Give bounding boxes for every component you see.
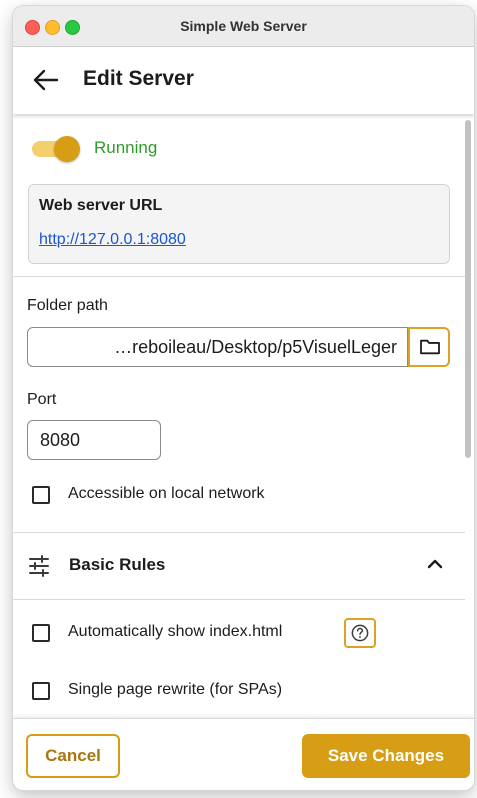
local-network-checkbox[interactable] — [32, 486, 50, 504]
scrollbar[interactable] — [462, 114, 474, 718]
basic-rules-title: Basic Rules — [69, 555, 166, 574]
footer-actions: Cancel Save Changes — [13, 718, 474, 790]
folder-path-input[interactable]: …reboileau/Desktop/p5VisuelLeger — [27, 327, 408, 367]
url-label: Web server URL — [39, 197, 163, 214]
port-input[interactable]: 8080 — [27, 420, 161, 460]
save-changes-button[interactable]: Save Changes — [302, 734, 470, 778]
browse-folder-button[interactable] — [408, 327, 450, 367]
spa-rewrite-checkbox[interactable] — [32, 682, 50, 700]
server-url-link[interactable]: http://127.0.0.1:8080 — [39, 231, 186, 249]
app-bar: Edit Server — [13, 47, 474, 114]
title-bar: Simple Web Server — [13, 6, 474, 47]
arrow-left-icon[interactable] — [33, 69, 59, 91]
port-label: Port — [27, 391, 57, 408]
spa-rewrite-label: Single page rewrite (for SPAs) — [68, 681, 283, 698]
basic-rules-header[interactable]: Basic Rules — [13, 533, 465, 599]
status-text: Running — [94, 138, 158, 157]
cancel-button[interactable]: Cancel — [26, 734, 120, 778]
folder-icon — [420, 339, 440, 355]
divider — [13, 599, 465, 600]
question-circle-icon — [351, 624, 369, 642]
app-window: Simple Web Server Edit Server Running We… — [13, 6, 474, 790]
folder-path-label: Folder path — [27, 297, 108, 314]
running-toggle[interactable] — [32, 136, 82, 162]
chevron-up-icon[interactable] — [427, 559, 443, 569]
tune-icon — [29, 555, 49, 577]
local-network-label: Accessible on local network — [68, 485, 265, 502]
page-title: Edit Server — [83, 67, 194, 90]
settings-form[interactable]: Running Web server URL http://127.0.0.1:… — [13, 114, 474, 718]
scrollbar-thumb[interactable] — [465, 120, 471, 458]
server-url-box: Web server URL http://127.0.0.1:8080 — [28, 184, 450, 264]
auto-index-help-button[interactable] — [344, 618, 376, 648]
window-title: Simple Web Server — [180, 18, 307, 34]
auto-index-checkbox[interactable] — [32, 624, 50, 642]
auto-index-label: Automatically show index.html — [68, 623, 283, 640]
toggle-thumb — [54, 136, 80, 162]
divider — [13, 276, 465, 277]
